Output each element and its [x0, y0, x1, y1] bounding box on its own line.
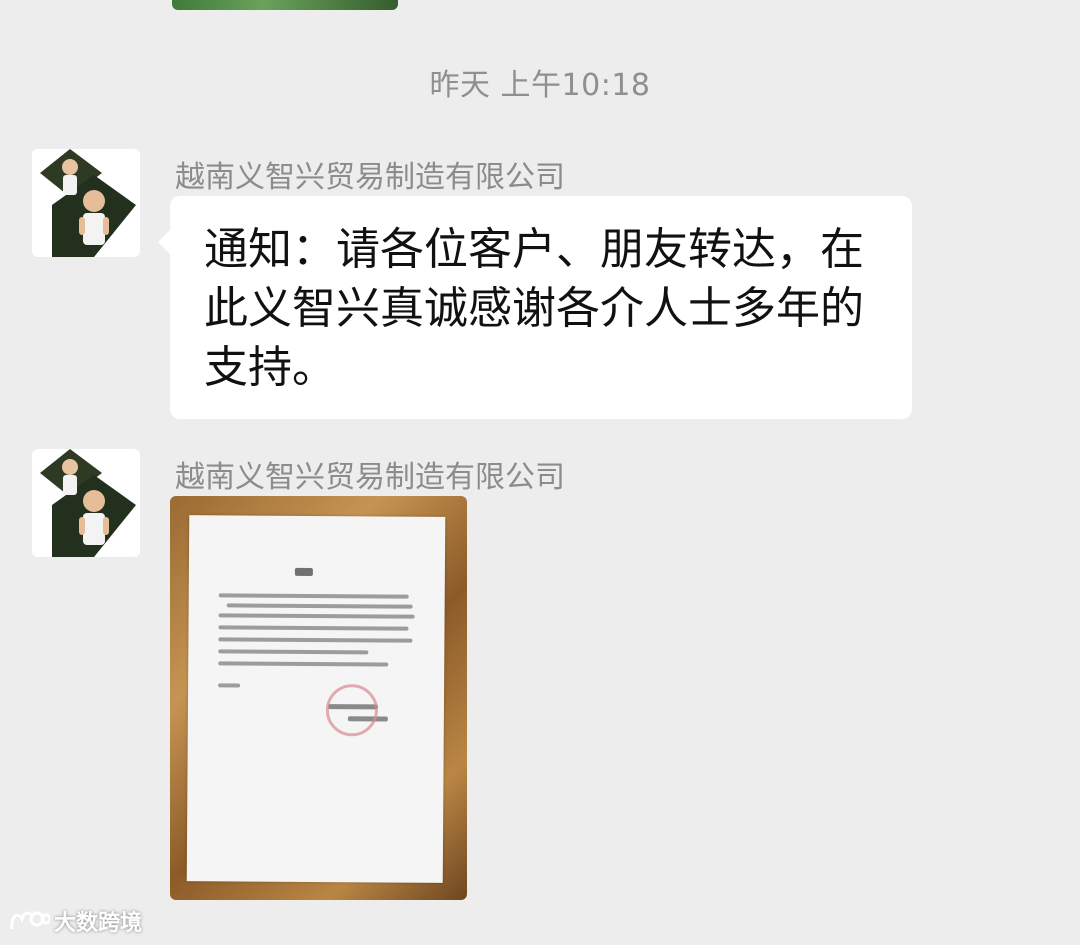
image-message: 越南义智兴贸易制造有限公司 — [32, 449, 565, 909]
notice-document — [186, 515, 446, 883]
chat-timestamp: 昨天 上午10:18 — [429, 68, 651, 103]
sender-name: 越南义智兴贸易制造有限公司 — [175, 460, 565, 495]
avatar[interactable] — [32, 149, 140, 257]
avatar-photo — [32, 149, 140, 257]
avatar-photo — [32, 449, 140, 557]
watermark-text: 大数跨境 — [54, 911, 143, 936]
sender-name: 越南义智兴贸易制造有限公司 — [175, 160, 565, 195]
text-message: 越南义智兴贸易制造有限公司 通知：请各位客户、朋友转达，在此义智兴真诚感谢各介人… — [32, 149, 932, 419]
message-bubble[interactable]: 通知：请各位客户、朋友转达，在此义智兴真诚感谢各介人士多年的支持。 — [158, 196, 912, 419]
avatar[interactable] — [32, 449, 140, 557]
previous-image-message[interactable] — [172, 0, 398, 10]
watermark: 大数跨境 — [8, 905, 142, 937]
red-seal-stamp — [325, 684, 379, 737]
watermark-logo-icon — [10, 911, 50, 930]
notice-photo[interactable] — [170, 496, 467, 900]
